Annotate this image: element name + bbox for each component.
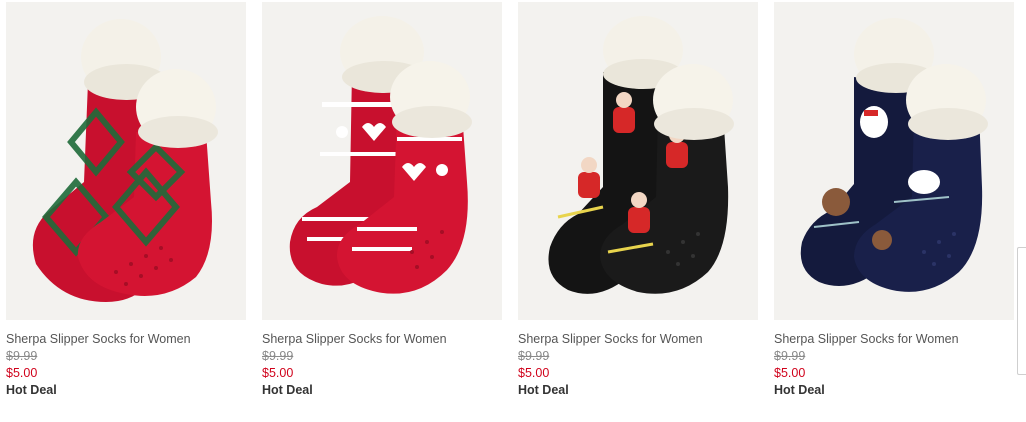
sale-price: $5.00	[262, 366, 294, 380]
product-name[interactable]: Sherpa Slipper Socks for Women	[262, 332, 447, 346]
sale-price: $5.00	[6, 366, 38, 380]
product-image[interactable]	[774, 2, 1014, 320]
sale-price: $5.00	[518, 366, 550, 380]
product-name[interactable]: Sherpa Slipper Socks for Women	[774, 332, 959, 346]
original-price: $9.99	[262, 349, 294, 363]
product-name[interactable]: Sherpa Slipper Socks for Women	[518, 332, 703, 346]
product-image[interactable]	[262, 2, 502, 320]
product-image[interactable]	[6, 2, 246, 320]
product-image[interactable]	[518, 2, 758, 320]
product-card[interactable]: Sherpa Slipper Socks for Women $9.99 $5.…	[518, 2, 758, 412]
sale-price: $5.00	[774, 366, 806, 380]
original-price: $9.99	[6, 349, 38, 363]
product-card[interactable]: Sherpa Slipper Socks for Women $9.99 $5.…	[774, 2, 1014, 412]
original-price: $9.99	[518, 349, 550, 363]
hot-deal-badge: Hot Deal	[262, 383, 313, 397]
hot-deal-badge: Hot Deal	[774, 383, 825, 397]
product-card[interactable]: Sherpa Slipper Socks for Women $9.99 $5.…	[6, 2, 246, 412]
original-price: $9.99	[774, 349, 806, 363]
product-grid: Sherpa Slipper Socks for Women $9.99 $5.…	[6, 2, 1016, 422]
hot-deal-badge: Hot Deal	[6, 383, 57, 397]
product-card[interactable]: Sherpa Slipper Socks for Women $9.99 $5.…	[262, 2, 502, 412]
hot-deal-badge: Hot Deal	[518, 383, 569, 397]
product-name[interactable]: Sherpa Slipper Socks for Women	[6, 332, 191, 346]
carousel-next-edge[interactable]	[1017, 247, 1026, 375]
